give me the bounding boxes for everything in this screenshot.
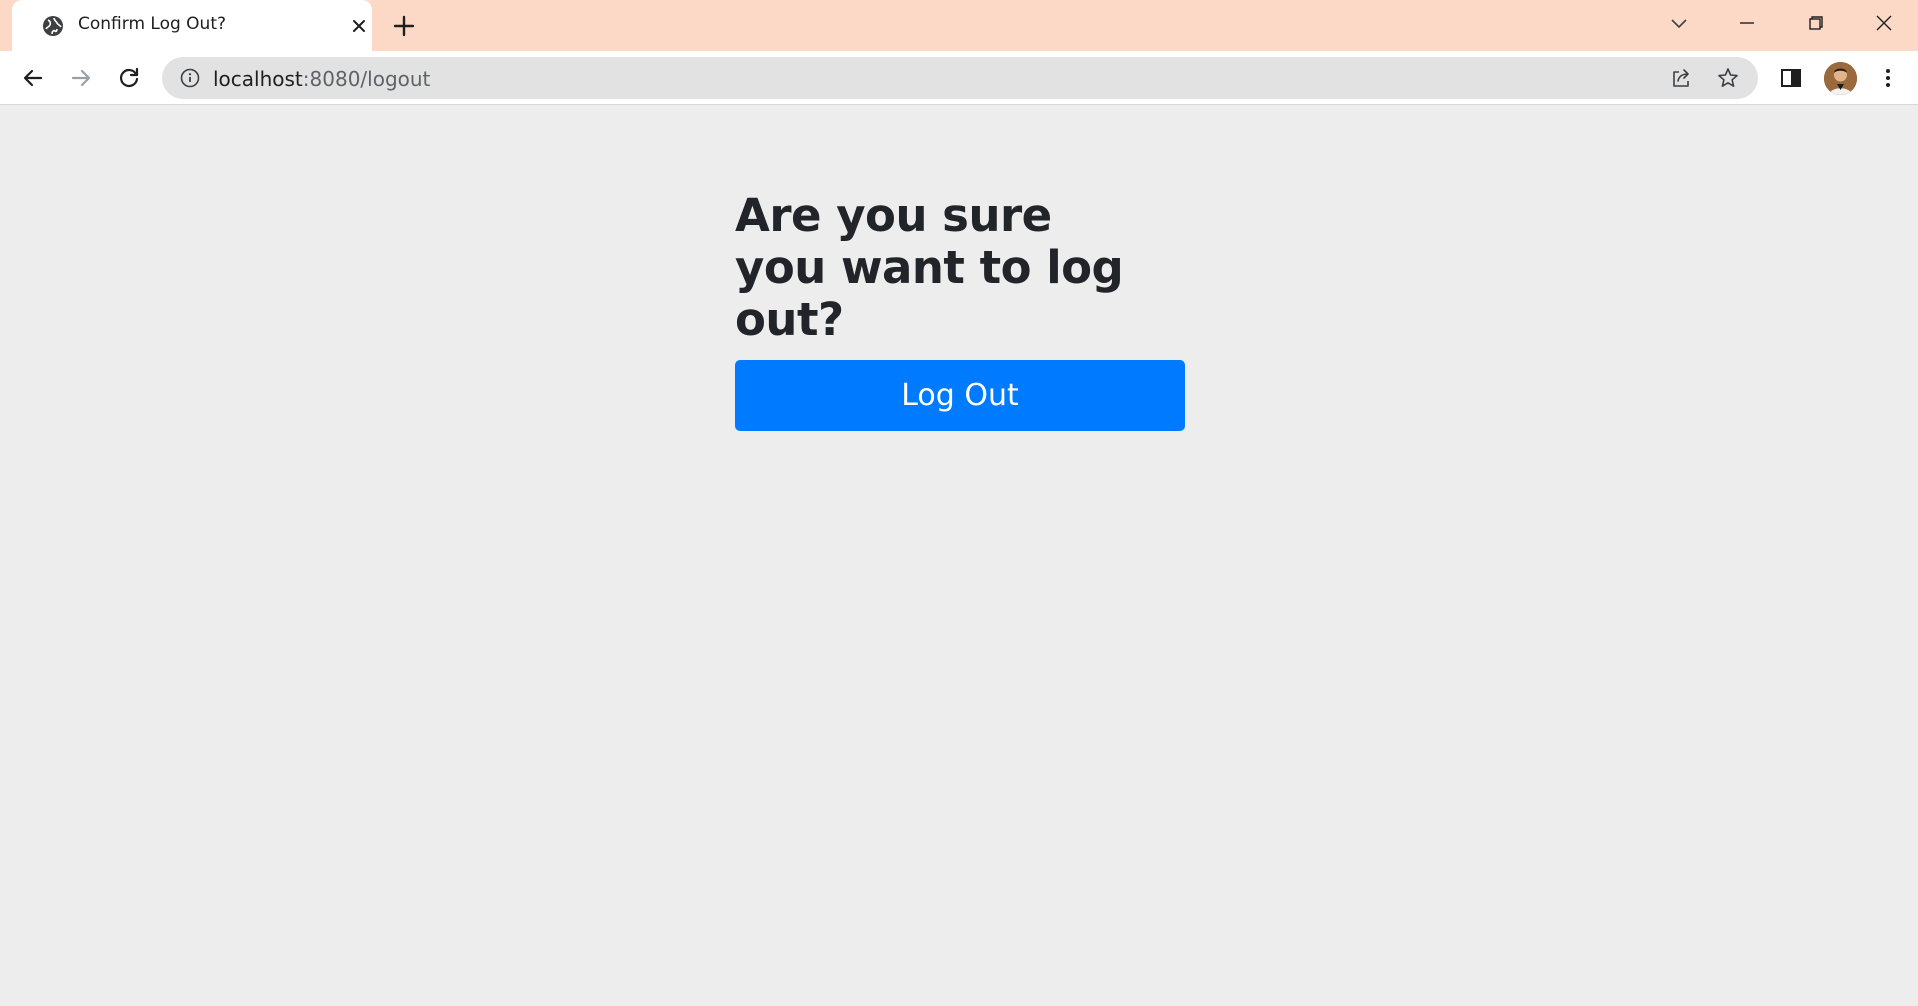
url-host: localhost — [213, 67, 303, 91]
minimize-icon[interactable] — [1734, 10, 1760, 36]
log-out-button[interactable]: Log Out — [735, 360, 1185, 431]
side-panel-icon[interactable] — [1778, 65, 1804, 91]
share-icon[interactable] — [1669, 66, 1693, 90]
url-text[interactable]: localhost:8080/logout — [213, 67, 430, 91]
close-tab-icon[interactable] — [348, 15, 370, 37]
new-tab-icon[interactable] — [391, 13, 417, 39]
page-content: Are you sure you want to log out? Log Ou… — [0, 106, 1918, 1006]
active-tab[interactable]: Confirm Log Out? — [12, 0, 372, 51]
logout-confirmation: Are you sure you want to log out? Log Ou… — [735, 190, 1185, 431]
window-close-icon[interactable] — [1871, 10, 1897, 36]
url-path: :8080/logout — [302, 67, 431, 91]
info-icon[interactable] — [179, 67, 201, 89]
address-bar[interactable]: localhost:8080/logout — [162, 57, 1758, 99]
back-arrow-icon[interactable] — [19, 64, 47, 92]
globe-icon — [43, 16, 63, 36]
browser-toolbar: localhost:8080/logout — [0, 51, 1918, 105]
chevron-down-icon[interactable] — [1668, 12, 1690, 34]
profile-avatar[interactable] — [1824, 62, 1857, 95]
tab-title: Confirm Log Out? — [78, 14, 227, 34]
avatar-image — [1824, 62, 1857, 95]
forward-arrow-icon[interactable] — [67, 64, 95, 92]
restore-icon[interactable] — [1803, 10, 1829, 36]
page-title: Are you sure you want to log out? — [735, 189, 1124, 346]
browser-tab-strip: Confirm Log Out? — [0, 0, 1918, 51]
bookmark-star-icon[interactable] — [1716, 66, 1740, 90]
more-options-icon[interactable] — [1875, 65, 1901, 91]
reload-icon[interactable] — [115, 64, 143, 92]
